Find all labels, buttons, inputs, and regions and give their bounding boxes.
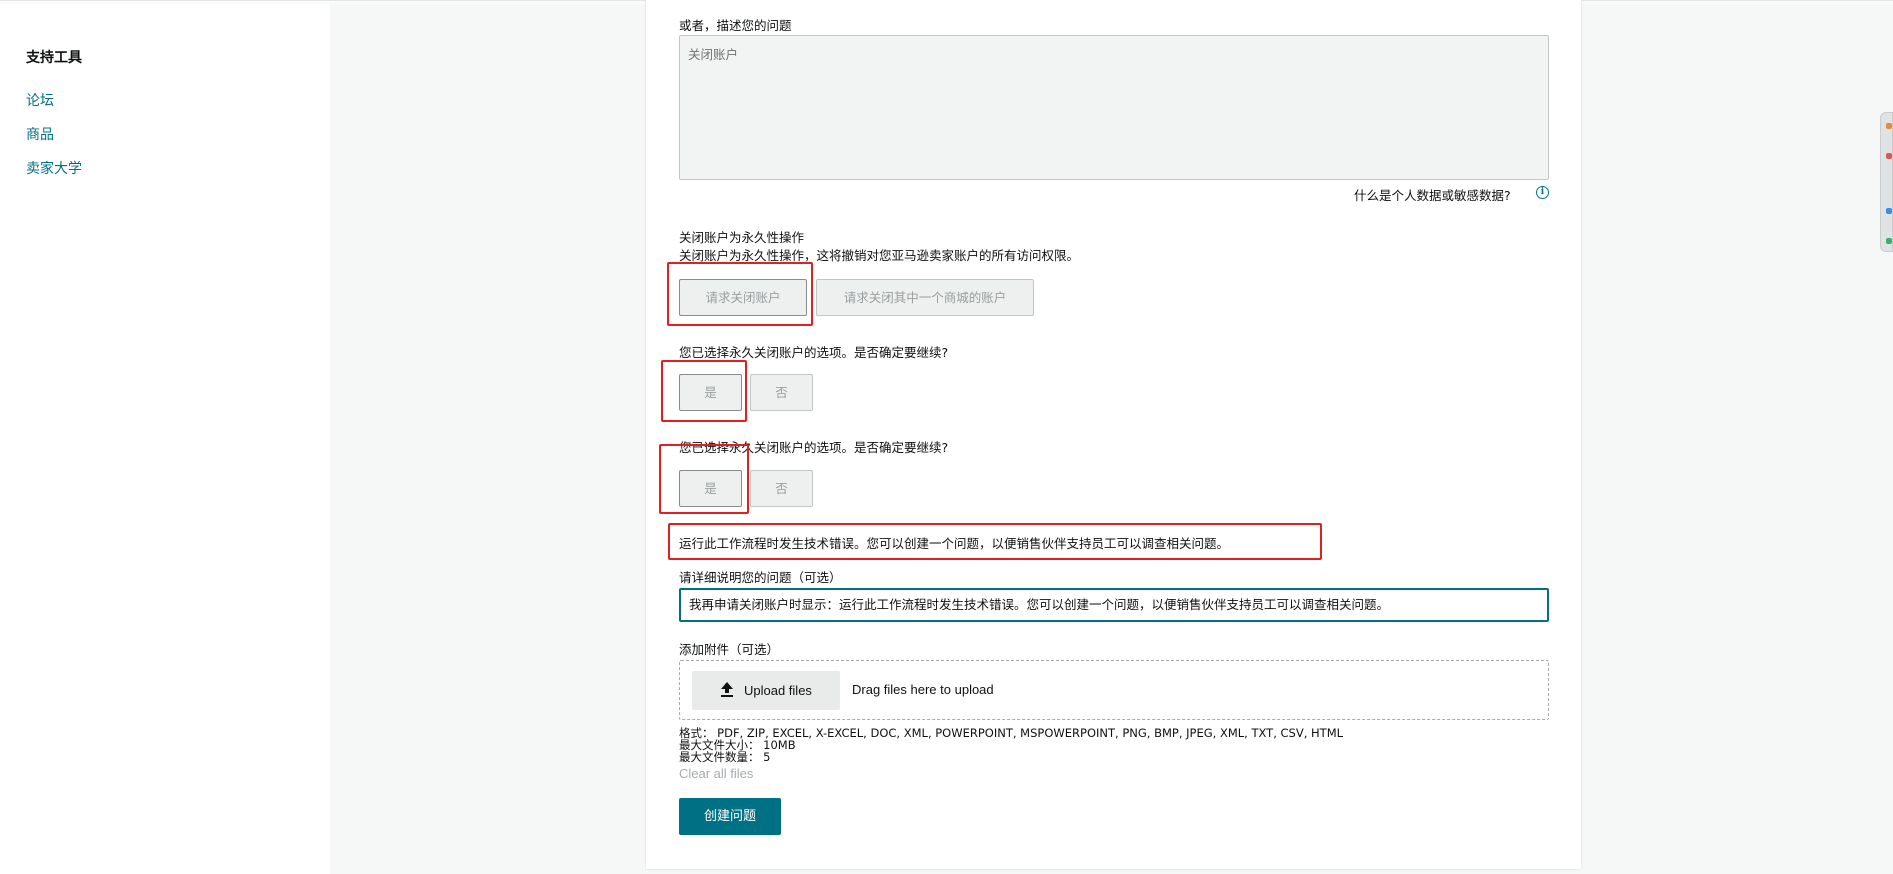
sidebar-title: 支持工具 [26,50,82,66]
detail-label: 请详细说明您的问题（可选） [679,570,842,585]
annotation-box [668,523,1322,560]
annotation-box [667,262,813,326]
close-account-title: 关闭账户为永久性操作 [679,230,805,245]
upload-icon [721,682,733,697]
widget-dot [1886,123,1892,129]
sidebar: 支持工具 论坛 商品 卖家大学 [0,4,330,874]
widget-dot [1886,153,1892,159]
floating-side-widget[interactable] [1880,112,1893,252]
describe-textarea[interactable]: 关闭账户 [679,35,1549,180]
sidebar-link-forum[interactable]: 论坛 [26,90,54,110]
confirm-no-button-2[interactable]: 否 [750,470,813,507]
annotation-box [659,444,749,514]
confirm-question-1: 您已选择永久关闭账户的选项。是否确定要继续? [679,345,949,360]
describe-label: 或者，描述您的问题 [679,18,792,33]
info-icon[interactable]: i [1536,186,1549,199]
sidebar-link-seller-university[interactable]: 卖家大学 [26,158,82,178]
upload-files-label: Upload files [744,683,812,698]
sidebar-link-products[interactable]: 商品 [26,124,54,144]
create-case-button[interactable]: 创建问题 [679,798,781,835]
confirm-no-button-1[interactable]: 否 [750,374,813,411]
request-close-store-account-button[interactable]: 请求关闭其中一个商城的账户 [816,279,1034,316]
clear-all-files-link[interactable]: Clear all files [679,766,753,781]
detail-input[interactable]: 我再申请关闭账户时显示：运行此工作流程时发生技术错误。您可以创建一个问题，以便销… [679,588,1549,622]
widget-dot [1886,208,1892,214]
upload-files-button[interactable]: Upload files [692,671,840,710]
annotation-box [661,360,747,422]
drag-files-hint: Drag files here to upload [852,682,994,697]
max-file-count: 最大文件数量： 5 [679,750,771,764]
widget-dot [1886,238,1892,244]
attachment-label: 添加附件（可选） [679,642,780,657]
sensitive-data-help-link[interactable]: 什么是个人数据或敏感数据? [1354,185,1511,204]
